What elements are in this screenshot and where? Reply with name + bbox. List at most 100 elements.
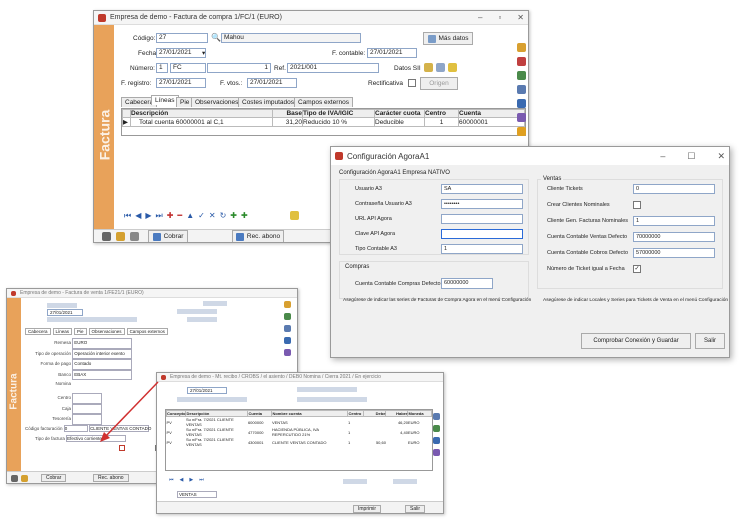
grid-icon[interactable] bbox=[436, 63, 445, 72]
fecha-input[interactable]: 27/01/2021 bbox=[156, 48, 206, 58]
small-billing-value[interactable]: 0 bbox=[63, 425, 88, 432]
tab-observaciones[interactable]: Observaciones bbox=[191, 97, 243, 107]
serie-input[interactable]: FC bbox=[170, 63, 206, 73]
entry-tool-icon[interactable] bbox=[433, 437, 440, 444]
edit-icon[interactable] bbox=[290, 211, 299, 220]
small-tool-icon[interactable] bbox=[284, 313, 291, 320]
fvtos-input[interactable]: 27/01/2021 bbox=[247, 78, 297, 88]
ventas-field-input[interactable]: 57000000 bbox=[633, 248, 715, 258]
supplier-name-input[interactable]: Mahou bbox=[221, 33, 361, 43]
last-record-icon[interactable]: ⏭ bbox=[156, 211, 163, 221]
config-maximize-icon[interactable]: ☐ bbox=[687, 151, 695, 162]
tab-lineas[interactable]: Líneas bbox=[151, 95, 179, 105]
entry-window-title: Empresa de demo - Mt. recibo / CROBS / e… bbox=[170, 374, 381, 380]
trash-icon[interactable] bbox=[130, 232, 139, 241]
numero-input[interactable]: 1 bbox=[156, 63, 168, 73]
info-icon[interactable] bbox=[424, 63, 433, 72]
salir-button[interactable]: Salir bbox=[695, 333, 725, 349]
tool-icon-5[interactable] bbox=[517, 99, 526, 108]
ventas-field-input[interactable]: 0 bbox=[633, 184, 715, 194]
compras-field-input[interactable]: 60000000 bbox=[441, 278, 493, 289]
codigo-input[interactable]: 27 bbox=[156, 33, 208, 43]
config-minimize-icon[interactable]: – bbox=[660, 151, 665, 162]
ref-input[interactable]: 2021/001 bbox=[287, 63, 379, 73]
minimize-icon[interactable]: – bbox=[478, 13, 482, 22]
tab-costes[interactable]: Costes imputados bbox=[238, 97, 299, 107]
first-record-icon[interactable]: ⏮ bbox=[124, 211, 131, 221]
move-down-icon[interactable]: ✚ bbox=[241, 211, 248, 221]
entry-row[interactable]: PV Su n/Fra. 7/2021 CLIENTE VENTAS 4300001… bbox=[167, 437, 432, 447]
small-print-icon[interactable] bbox=[11, 475, 18, 482]
ventas-checked-checkbox[interactable]: ✓ bbox=[633, 265, 641, 273]
prev-record-icon[interactable]: ◀ bbox=[135, 211, 141, 221]
entry-cuenta-input[interactable]: VENTAS bbox=[177, 491, 217, 498]
tool-icon-7[interactable] bbox=[517, 127, 526, 136]
small-tool-icon[interactable] bbox=[284, 337, 291, 344]
tool-icon-6[interactable] bbox=[517, 113, 526, 122]
close-icon[interactable]: ✕ bbox=[517, 13, 524, 22]
entry-last-icon[interactable]: ⏭ bbox=[199, 477, 204, 483]
fecha-dropdown-icon[interactable]: ▾ bbox=[202, 49, 205, 57]
comprobar-guardar-button[interactable]: Comprobar Conexión y Guardar bbox=[581, 333, 691, 349]
origen-button[interactable]: Origen bbox=[420, 77, 458, 90]
entry-tool-icon[interactable] bbox=[433, 449, 440, 456]
a3-field-input[interactable]: •••••••• bbox=[441, 199, 523, 209]
a3-field-input[interactable]: SA bbox=[441, 184, 523, 194]
mas-datos-button[interactable]: Más datos bbox=[423, 32, 473, 45]
entry-row[interactable]: PV Su n/Fra. 7/2021 CLIENTE VENTAS 6000000… bbox=[167, 417, 432, 427]
small-tab-lineas[interactable]: Líneas bbox=[52, 328, 73, 335]
move-up-icon[interactable]: ✚ bbox=[230, 211, 237, 221]
table-row[interactable]: ▶ Total cuenta 60000001 al C,1 31,20 Red… bbox=[122, 117, 525, 127]
a3-field-input[interactable] bbox=[441, 214, 523, 224]
numero2-input[interactable]: 1 bbox=[207, 63, 271, 73]
entry-row[interactable]: PV Su n/Fra. 7/2021 CLIENTE VENTAS 4770000… bbox=[167, 427, 432, 437]
tool-icon-2[interactable] bbox=[517, 57, 526, 66]
small-tool-icon[interactable] bbox=[284, 301, 291, 308]
print-icon[interactable] bbox=[102, 232, 111, 241]
search-icon[interactable]: 🔍 bbox=[211, 33, 221, 42]
cobrar-button[interactable]: Cobrar bbox=[148, 230, 188, 242]
entry-prev-icon[interactable]: ◀ bbox=[180, 477, 184, 483]
a3-field-input[interactable] bbox=[441, 229, 523, 239]
cancel-icon[interactable]: ✕ bbox=[209, 211, 216, 221]
entry-tool-icon[interactable] bbox=[433, 413, 440, 420]
entry-imprimir-button[interactable]: Imprimir bbox=[353, 505, 382, 513]
delete-record-icon[interactable]: ━ bbox=[177, 211, 182, 221]
small-tab-pie[interactable]: Pie bbox=[74, 328, 87, 335]
next-record-icon[interactable]: ▶ bbox=[145, 211, 151, 221]
small-tool-icon[interactable] bbox=[284, 349, 291, 356]
entry-next-icon[interactable]: ▶ bbox=[189, 477, 193, 483]
small-fecha-input[interactable]: 27/01/2021 bbox=[47, 309, 83, 316]
tool-icon-3[interactable] bbox=[517, 71, 526, 80]
entry-salir-button[interactable]: Salir bbox=[405, 505, 426, 513]
entry-fecha-input[interactable]: 27/01/2021 bbox=[187, 387, 227, 394]
ventas-field-input[interactable]: 1 bbox=[633, 216, 715, 226]
entry-first-icon[interactable]: ⏮ bbox=[169, 477, 174, 483]
rectificativa-checkbox[interactable] bbox=[408, 79, 416, 87]
tool-icon-4[interactable] bbox=[517, 85, 526, 94]
small-tab-campos[interactable]: Campos externos bbox=[126, 328, 168, 335]
fregistro-input[interactable]: 27/01/2021 bbox=[156, 78, 206, 88]
pencil-icon[interactable] bbox=[448, 63, 457, 72]
up-icon[interactable]: ▲ bbox=[186, 211, 194, 221]
rec-abono-button[interactable]: Rec. abono bbox=[232, 230, 284, 242]
small-wallet-icon[interactable] bbox=[21, 475, 28, 482]
tool-icon-1[interactable] bbox=[517, 43, 526, 52]
config-close-icon[interactable]: ✕ bbox=[717, 151, 725, 162]
fcontable-input[interactable]: 27/01/2021 bbox=[367, 48, 417, 58]
refresh-icon[interactable]: ↻ bbox=[220, 211, 227, 221]
small-rec-abono-button[interactable]: Rec. abono bbox=[93, 474, 129, 482]
tab-campos-externos[interactable]: Campos externos bbox=[294, 97, 353, 107]
add-record-icon[interactable]: ✚ bbox=[167, 211, 174, 221]
wallet-icon[interactable] bbox=[116, 232, 125, 241]
entry-tool-icon[interactable] bbox=[433, 425, 440, 432]
ventas-checkbox[interactable] bbox=[633, 201, 641, 209]
small-tool-icon[interactable] bbox=[284, 325, 291, 332]
check-icon[interactable]: ✓ bbox=[198, 211, 205, 221]
a3-field-input[interactable]: 1 bbox=[441, 244, 523, 254]
small-tab-obs[interactable]: Observaciones bbox=[88, 328, 125, 335]
small-tab-cabecera[interactable]: Cabecera bbox=[25, 328, 51, 335]
maximize-icon[interactable]: ▫ bbox=[498, 13, 501, 22]
ventas-field-input[interactable]: 70000000 bbox=[633, 232, 715, 242]
small-cobrar-button[interactable]: Cobrar bbox=[41, 474, 67, 482]
